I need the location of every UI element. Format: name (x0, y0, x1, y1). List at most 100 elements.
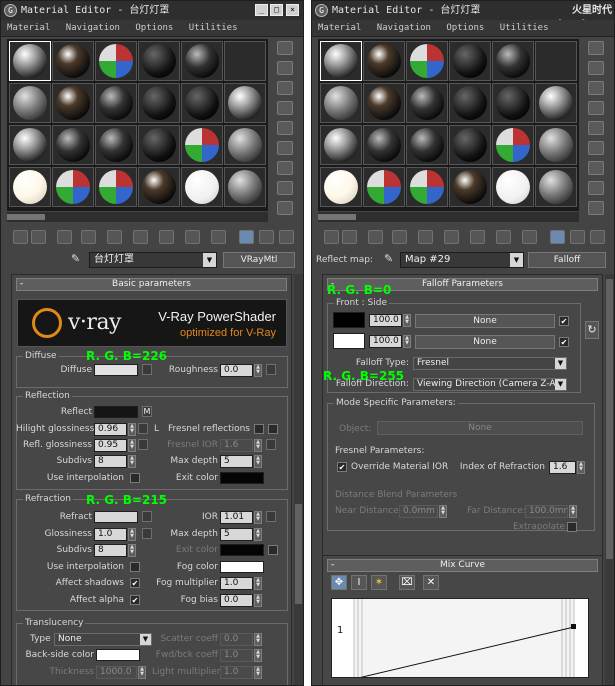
get-material-icon[interactable] (324, 230, 339, 244)
spinner-arrows-icon[interactable]: ▲ ▼ (254, 594, 262, 607)
fog-bias-value[interactable]: 0.0 (220, 594, 253, 607)
sample-slot[interactable] (406, 167, 448, 207)
refr-exit-color-checkbox[interactable] (268, 545, 278, 555)
diffuse-color-swatch[interactable] (94, 364, 138, 376)
spinner-arrows-icon[interactable]: ▲ ▼ (577, 461, 585, 474)
material-effects-channel-icon[interactable] (470, 230, 485, 244)
fresnel-lock-checkbox[interactable] (268, 424, 278, 434)
maximize-button[interactable]: □ (270, 4, 283, 16)
curve-graph[interactable]: 1 (331, 598, 589, 678)
sample-slot[interactable] (492, 41, 534, 81)
translucency-type-dropdown[interactable]: None ▼ (54, 633, 152, 646)
delete-point-icon[interactable]: ⌧ (399, 575, 415, 590)
spinner-arrows-icon[interactable]: ▲ ▼ (254, 455, 262, 468)
show-map-in-viewport-icon[interactable] (496, 230, 511, 244)
backlight-icon[interactable] (277, 61, 293, 75)
sample-slot[interactable] (138, 41, 180, 81)
scatter-coeff-spinner[interactable]: 0.0 ▲ ▼ (220, 633, 262, 646)
spinner-arrows-icon[interactable]: ▲ ▼ (403, 335, 411, 348)
fog-multiplier-spinner[interactable]: 1.0 ▲ ▼ (220, 577, 262, 590)
sample-slot[interactable] (535, 125, 577, 165)
map-name-combo[interactable]: Map #29 ▼ (400, 252, 524, 268)
fwd-bck-coeff-spinner[interactable]: 1.0 ▲ ▼ (220, 649, 262, 662)
refr-glossiness-spinner[interactable]: 1.0 ▲ ▼ (94, 528, 136, 541)
go-forward-to-sibling-icon[interactable] (259, 230, 274, 244)
sample-slot[interactable] (406, 125, 448, 165)
refract-map-button[interactable] (142, 511, 152, 522)
sample-slot[interactable] (535, 167, 577, 207)
fresnel-ior-value[interactable]: 1.6 (220, 439, 253, 452)
eyedropper-icon[interactable]: ✎ (71, 253, 83, 265)
background-icon[interactable] (277, 81, 293, 95)
make-unique-icon[interactable] (418, 230, 433, 244)
affect-shadows-checkbox[interactable]: ✔ (130, 578, 140, 588)
material-navigator-icon[interactable] (277, 201, 293, 215)
refr-subdivs-value[interactable]: 8 (94, 544, 127, 557)
sample-type-icon[interactable] (588, 41, 604, 55)
sample-slot[interactable] (320, 83, 362, 123)
chevron-down-icon[interactable]: ▼ (203, 253, 216, 267)
reset-map-icon[interactable] (81, 230, 96, 244)
refl-glossiness-spinner[interactable]: 0.95 ▲ ▼ (94, 439, 136, 452)
assign-material-icon[interactable] (368, 230, 383, 244)
sample-slot[interactable] (535, 83, 577, 123)
hilight-glossiness-spinner[interactable]: 0.96 ▲ ▼ (94, 423, 136, 436)
refr-glossiness-value[interactable]: 1.0 (94, 528, 127, 541)
select-by-material-icon[interactable] (277, 181, 293, 195)
far-distance-value[interactable]: 100.0mm (525, 505, 568, 518)
sample-slot[interactable] (363, 41, 405, 81)
chevron-down-icon[interactable]: ▼ (510, 253, 523, 267)
sample-slot[interactable] (363, 83, 405, 123)
chevron-down-icon[interactable]: ▼ (555, 379, 566, 390)
rollout-header[interactable]: - Basic parameters (16, 278, 287, 291)
refl-subdivs-spinner[interactable]: 8 ▲ ▼ (94, 455, 136, 468)
diffuse-map-button[interactable] (142, 364, 152, 375)
fog-bias-spinner[interactable]: 0.0 ▲ ▼ (220, 594, 262, 607)
sample-slot[interactable] (406, 83, 448, 123)
light-multiplier-spinner[interactable]: 1.0 ▲ ▼ (220, 666, 262, 679)
spinner-arrows-icon[interactable]: ▲ ▼ (128, 528, 136, 541)
side-amount-spinner[interactable]: 100.0 ▲ ▼ (369, 335, 411, 348)
sample-slot[interactable] (9, 125, 51, 165)
sample-slot[interactable] (363, 167, 405, 207)
material-name-combo[interactable]: 台灯灯罩 ▼ (89, 252, 217, 268)
uv-tiling-icon[interactable] (277, 101, 293, 115)
title-bar[interactable]: G Material Editor - 台灯灯罩 _ □ × (1, 1, 303, 20)
refract-color-swatch[interactable] (94, 511, 138, 523)
fog-color-swatch[interactable] (220, 561, 264, 573)
reflect-map-button[interactable]: M (142, 406, 152, 417)
spinner-arrows-icon[interactable]: ▲ ▼ (128, 423, 136, 436)
show-end-result-icon[interactable] (522, 230, 537, 244)
sample-slot[interactable] (449, 167, 491, 207)
sample-slot[interactable] (320, 41, 362, 81)
video-color-check-icon[interactable] (277, 121, 293, 135)
fwd-bck-coeff-value[interactable]: 1.0 (220, 649, 253, 662)
sample-type-icon[interactable] (277, 41, 293, 55)
move-point-icon[interactable]: ✥ (331, 575, 347, 590)
go-forward-to-sibling-icon[interactable] (570, 230, 585, 244)
refr-interpolation-checkbox[interactable] (130, 562, 140, 572)
side-color-swatch[interactable] (333, 333, 365, 349)
spinner-arrows-icon[interactable]: ▲ ▼ (403, 314, 411, 327)
hilight-glossiness-value[interactable]: 0.96 (94, 423, 127, 436)
spinner-arrows-icon[interactable]: ▲ ▼ (254, 364, 262, 377)
refl-maxdepth-value[interactable]: 5 (220, 455, 253, 468)
ior-map-button[interactable] (266, 511, 276, 522)
sample-slot[interactable] (9, 41, 51, 81)
refl-gloss-map-button[interactable] (138, 439, 148, 450)
sample-slot[interactable] (138, 167, 180, 207)
sample-slot[interactable] (224, 83, 266, 123)
map-type-button[interactable]: Falloff (528, 252, 606, 268)
put-to-library-icon[interactable] (133, 230, 148, 244)
refl-subdivs-value[interactable]: 8 (94, 455, 127, 468)
show-end-result-icon[interactable] (211, 230, 226, 244)
sample-slot[interactable] (181, 125, 223, 165)
eyedropper-icon[interactable]: ✎ (384, 253, 396, 265)
scroll-thumb[interactable] (606, 279, 613, 559)
sample-slot[interactable] (449, 125, 491, 165)
side-amount-value[interactable]: 100.0 (369, 335, 402, 348)
put-to-scene-icon[interactable] (342, 230, 357, 244)
sample-slot[interactable] (181, 41, 223, 81)
ior-spinner[interactable]: 1.01 ▲ ▼ (220, 511, 262, 524)
refl-exit-color-swatch[interactable] (220, 472, 264, 484)
